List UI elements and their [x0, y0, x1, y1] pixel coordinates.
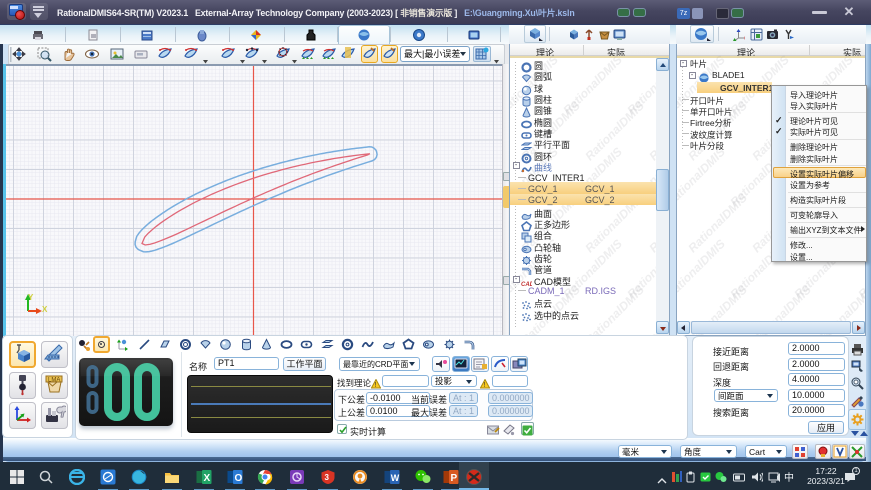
svg-text:W: W: [391, 473, 400, 483]
svg-text:O: O: [235, 473, 243, 484]
svg-text:X: X: [204, 473, 211, 484]
svg-text:Y: Y: [28, 293, 34, 302]
svg-text:!: !: [484, 382, 486, 389]
svg-text:X: X: [42, 305, 48, 314]
svg-text:!: !: [375, 382, 377, 389]
svg-text:3: 3: [325, 473, 330, 482]
svg-text:P: P: [451, 473, 458, 484]
